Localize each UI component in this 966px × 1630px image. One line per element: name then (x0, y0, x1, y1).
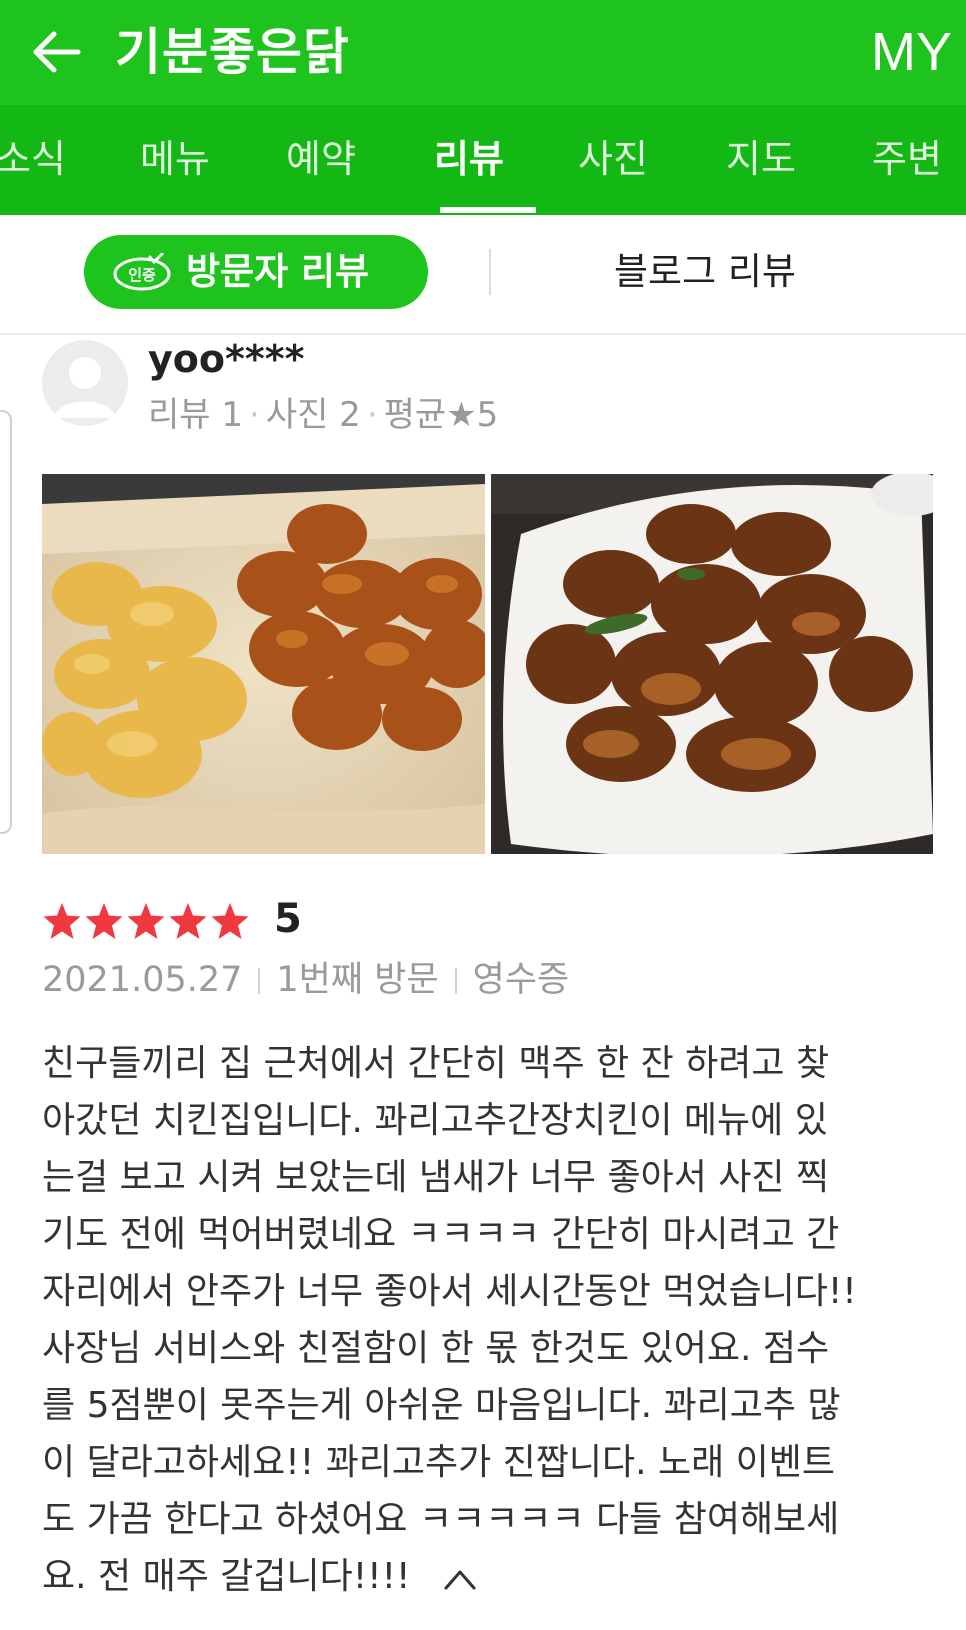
star-icon (85, 903, 123, 939)
review-type-switch: 인증 방문자 리뷰 블로그 리뷰 (0, 215, 966, 335)
review-date: 2021.05.27 (42, 960, 243, 1000)
rating-score: 5 (274, 896, 302, 942)
reviewer-username[interactable]: yoo**** (148, 334, 304, 384)
meta-divider (258, 968, 261, 994)
segment-divider (489, 249, 491, 295)
reviewer-stats: 리뷰 1 · 사진 2 · 평균★5 (148, 395, 499, 435)
reviewer-review-count: 리뷰 1 (148, 395, 243, 435)
tab-nearby[interactable]: 주변 (872, 130, 942, 188)
section-tabs: 소식 메뉴 예약 리뷰 사진 지도 주변 (0, 105, 966, 215)
top-bar: 기분좋은닭 MY (0, 0, 966, 105)
review-meta: 2021.05.27 1번째 방문 영수증 (42, 952, 569, 1008)
star-icon (43, 903, 81, 939)
receipt-proof: 영수증 (472, 960, 570, 1000)
tab-reservation[interactable]: 예약 (286, 130, 356, 188)
tab-review[interactable]: 리뷰 (434, 130, 504, 188)
active-tab-indicator (440, 207, 536, 213)
tab-news[interactable]: 소식 (0, 130, 66, 188)
review-text: 친구들끼리 집 근처에서 간단히 맥주 한 잔 하려고 찾 아갔던 치킨집입니다… (42, 1043, 857, 1597)
tab-menu[interactable]: 메뉴 (140, 130, 210, 188)
rating-stars (42, 893, 252, 949)
blog-review-button[interactable]: 블로그 리뷰 (614, 235, 796, 309)
star-icon (211, 903, 249, 939)
reviewer-average-rating: 평균★5 (383, 395, 499, 435)
review-photo-2[interactable] (491, 474, 933, 854)
chevron-up-icon[interactable] (440, 1562, 480, 1596)
tab-photos[interactable]: 사진 (578, 130, 648, 188)
svg-text:인증: 인증 (128, 266, 156, 284)
my-page-button[interactable]: MY (871, 14, 952, 90)
tab-map[interactable]: 지도 (726, 130, 796, 188)
reviewer-photo-count: 사진 2 (265, 395, 361, 435)
visit-count: 1번째 방문 (276, 960, 439, 1000)
back-arrow-icon[interactable] (28, 24, 84, 80)
star-icon (127, 903, 165, 939)
side-drawer-handle[interactable] (0, 410, 12, 834)
place-title: 기분좋은닭 (115, 23, 350, 81)
visitor-review-button[interactable]: 인증 방문자 리뷰 (84, 235, 428, 309)
meta-divider (454, 968, 457, 994)
review-photo-1[interactable] (42, 474, 485, 854)
star-icon (169, 903, 207, 939)
visitor-review-label: 방문자 리뷰 (186, 250, 370, 293)
verified-badge-icon: 인증 (112, 252, 172, 291)
default-user-icon[interactable] (42, 340, 128, 426)
